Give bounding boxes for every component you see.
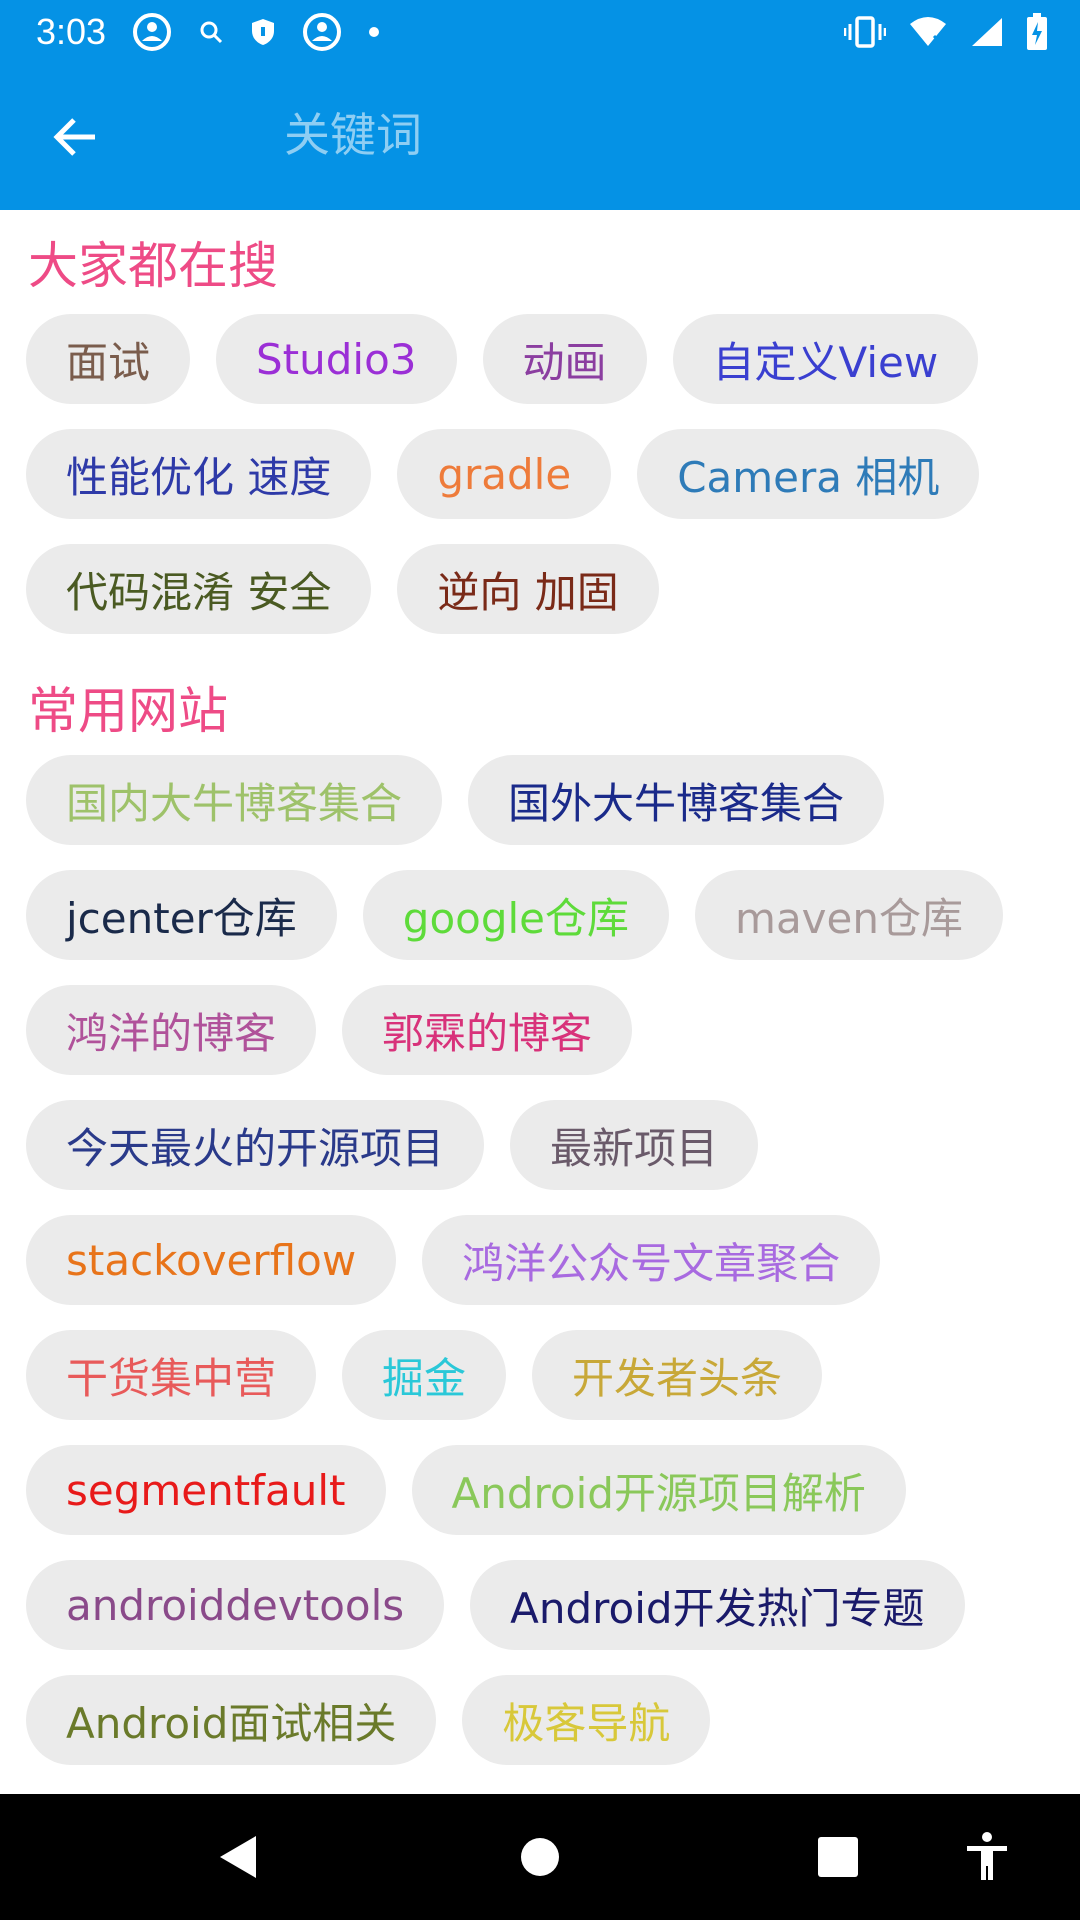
app-bar: [0, 63, 1080, 210]
tag-chip[interactable]: gradle: [397, 429, 612, 519]
signal-icon: [970, 16, 1004, 48]
tag-chip[interactable]: 动画: [482, 314, 647, 404]
home-circle-icon: [521, 1838, 559, 1876]
tag-chip[interactable]: 面试: [26, 314, 191, 404]
nav-back-button[interactable]: [175, 1794, 301, 1920]
tag-chip[interactable]: 鸿洋公众号文章聚合: [422, 1215, 881, 1305]
vibrate-icon: [844, 15, 886, 49]
tag-chip[interactable]: 国外大牛博客集合: [468, 755, 885, 845]
wifi-icon: [908, 16, 948, 48]
tag-chip[interactable]: 今天最火的开源项目: [26, 1100, 485, 1190]
tag-chip[interactable]: 国内大牛博客集合: [26, 755, 443, 845]
arrow-left-icon: [53, 117, 95, 156]
status-notification-icons: [132, 12, 380, 52]
avatar-icon: [132, 12, 172, 52]
nav-recents-button[interactable]: [775, 1794, 901, 1920]
tag-chip[interactable]: androiddevtools: [26, 1560, 445, 1650]
tag-chip[interactable]: google仓库: [362, 870, 670, 960]
avatar-icon: [302, 12, 342, 52]
section-title-common-sites: 常用网站: [28, 682, 228, 740]
tag-chip[interactable]: 干货集中营: [26, 1330, 317, 1420]
tag-chip[interactable]: Camera 相机: [637, 429, 980, 519]
common-sites-tag-group: 国内大牛博客集合 国外大牛博客集合 jcenter仓库 google仓库 maven仓库…: [26, 755, 1054, 1790]
tag-chip[interactable]: stackoverflow: [26, 1215, 397, 1305]
tag-chip[interactable]: maven仓库: [695, 870, 1003, 960]
status-bar: 3:03: [0, 0, 1080, 63]
tag-chip[interactable]: segmentfault: [26, 1445, 386, 1535]
tag-chip[interactable]: 性能优化 速度: [26, 429, 372, 519]
dot-icon: [368, 26, 380, 38]
tag-chip[interactable]: 掘金: [342, 1330, 507, 1420]
tag-chip[interactable]: 逆向 加固: [397, 544, 659, 634]
tag-chip[interactable]: Studio3: [216, 314, 457, 404]
section-title-hot-search: 大家都在搜: [28, 237, 278, 295]
content-area: 大家都在搜 面试 Studio3 动画 自定义View 性能优化 速度 gradle Cam…: [0, 210, 1080, 1794]
battery-icon: [1026, 12, 1048, 51]
search-input[interactable]: [284, 107, 984, 162]
status-time: 3:03: [36, 10, 107, 52]
accessibility-icon: [967, 1832, 1007, 1880]
status-system-icons: [844, 12, 1048, 51]
hot-search-tag-group: 面试 Studio3 动画 自定义View 性能优化 速度 gradle Camera 相机…: [26, 314, 1054, 659]
nav-accessibility-button[interactable]: [924, 1794, 1050, 1920]
tag-chip[interactable]: 郭霖的博客: [342, 985, 633, 1075]
nav-home-button[interactable]: [477, 1794, 603, 1920]
tag-chip[interactable]: 开发者头条: [532, 1330, 823, 1420]
navigation-bar: [0, 1794, 1080, 1920]
tag-chip[interactable]: 极客导航: [462, 1675, 711, 1765]
tag-chip[interactable]: 自定义View: [672, 314, 979, 404]
tag-chip[interactable]: 最新项目: [510, 1100, 759, 1190]
back-triangle-icon: [220, 1836, 256, 1878]
tag-chip[interactable]: jcenter仓库: [26, 870, 337, 960]
recents-square-icon: [818, 1837, 858, 1877]
back-button[interactable]: [0, 63, 148, 210]
tag-chip[interactable]: 代码混淆 安全: [26, 544, 372, 634]
search-icon: [198, 19, 224, 45]
tag-chip[interactable]: Android面试相关: [26, 1675, 437, 1765]
shield-icon: [250, 17, 276, 47]
tag-chip[interactable]: Android开源项目解析: [411, 1445, 906, 1535]
tag-chip[interactable]: Android开发热门专题: [470, 1560, 965, 1650]
tag-chip[interactable]: 鸿洋的博客: [26, 985, 317, 1075]
